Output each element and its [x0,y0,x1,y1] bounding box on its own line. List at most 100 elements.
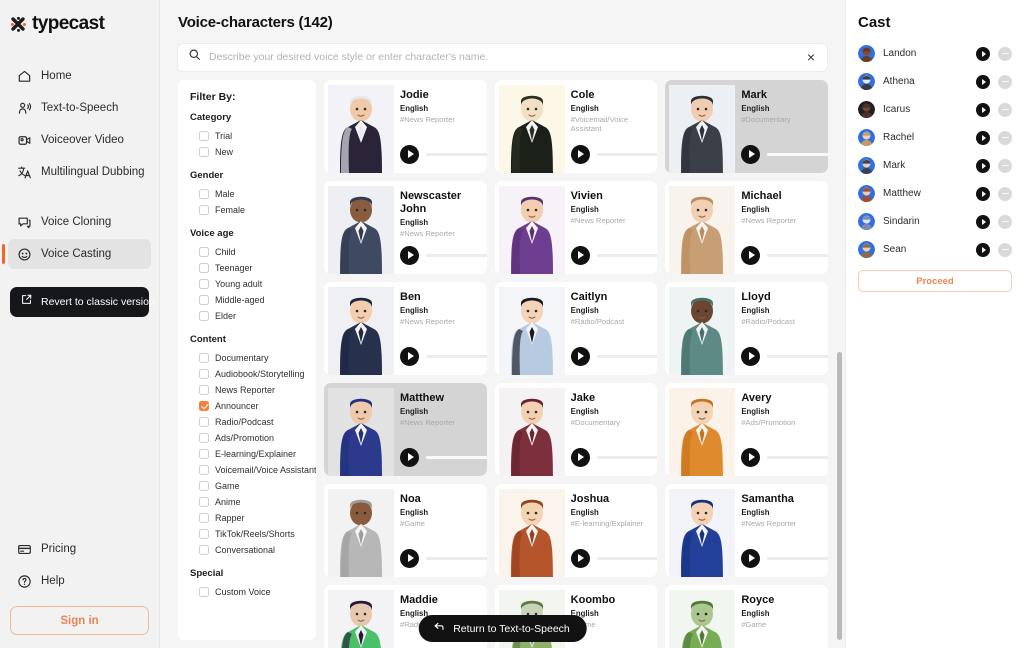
audio-progress-bar[interactable] [767,556,828,560]
play-icon[interactable] [400,245,419,265]
filter-checkbox[interactable] [199,262,209,273]
play-icon[interactable] [741,447,761,467]
play-icon[interactable] [570,346,590,366]
filter-option[interactable]: Male [190,186,306,202]
play-icon[interactable] [976,214,990,229]
play-icon[interactable] [976,130,990,145]
sidebar-item-home[interactable]: Home [8,61,151,91]
filter-checkbox[interactable] [199,130,209,141]
audio-progress-bar[interactable] [426,152,487,156]
play-icon[interactable] [570,548,590,568]
voice-character-card[interactable]: Royce English #Game [665,584,828,648]
audio-progress-bar[interactable] [767,455,828,459]
voice-characters-scroll-area[interactable]: Jodie English #News Reporter Cole English #Vo… [316,79,845,648]
sidebar-item-text-to-speech[interactable]: Text-to-Speech [8,93,151,123]
sidebar-item-voice-cloning[interactable]: Voice Cloning [8,207,151,237]
audio-progress-bar[interactable] [596,354,658,358]
filter-checkbox[interactable] [199,294,209,305]
play-icon[interactable] [976,242,990,257]
audio-progress-bar[interactable] [767,354,828,358]
filter-option[interactable]: Trial [190,128,306,144]
voice-character-card[interactable]: Mark English #Documentary [665,79,828,173]
play-icon[interactable] [741,245,761,265]
filter-option[interactable]: Rapper [190,510,306,526]
audio-progress-bar[interactable] [596,253,658,257]
filter-option[interactable]: Audiobook/Storytelling [190,366,306,382]
audio-progress-bar[interactable] [596,152,658,156]
sidebar-item-help[interactable]: Help [8,566,151,596]
play-icon[interactable] [570,245,590,265]
cast-list-item[interactable]: Sindarin [858,209,1012,234]
filter-option[interactable]: Game [190,478,306,494]
filter-option[interactable]: Middle-aged [190,292,306,308]
filter-checkbox[interactable] [199,480,209,491]
voice-character-card[interactable]: Vivien English #News Reporter [494,180,658,274]
play-icon[interactable] [976,102,990,117]
voice-character-card[interactable]: Avery English #Ads/Promotion [665,382,828,476]
filter-checkbox[interactable] [199,352,209,363]
filter-checkbox[interactable] [199,496,209,507]
play-icon[interactable] [741,548,761,568]
filter-option[interactable]: Voicemail/Voice Assistant [190,462,316,478]
play-icon[interactable] [400,346,419,366]
play-icon[interactable] [400,144,419,164]
audio-progress-bar[interactable] [426,556,487,560]
audio-progress-bar[interactable] [767,152,828,156]
cast-list-item[interactable]: Landon [858,41,1012,66]
cast-list-item[interactable]: Matthew [858,181,1012,206]
filter-checkbox[interactable] [199,146,209,157]
voice-character-card[interactable]: Joshua English #E-learning/Explainer [494,483,658,577]
filter-option[interactable]: Ads/Promotion [190,430,306,446]
filter-option[interactable]: Child [190,244,306,260]
cast-list-item[interactable]: Mark [858,153,1012,178]
filter-option[interactable]: Elder [190,308,306,324]
voice-character-card[interactable]: Samantha English #News Reporter [665,483,828,577]
voice-character-card[interactable]: Matthew English #News Reporter [324,382,487,476]
play-icon[interactable] [570,144,590,164]
play-icon[interactable] [741,144,761,164]
sidebar-item-pricing[interactable]: Pricing [8,534,151,564]
filter-option[interactable]: News Reporter [190,382,306,398]
sidebar-item-multilingual-dubbing[interactable]: Multilingual Dubbing [8,157,151,187]
filter-checkbox[interactable] [199,432,209,443]
audio-progress-bar[interactable] [426,354,487,358]
filter-checkbox[interactable] [199,278,209,289]
play-icon[interactable] [570,447,590,467]
filter-option[interactable]: TikTok/Reels/Shorts [190,526,306,542]
filter-checkbox[interactable] [199,384,209,395]
sidebar-item-voice-casting[interactable]: Voice Casting [2,239,151,269]
filter-option[interactable]: Radio/Podcast [190,414,306,430]
filter-option[interactable]: E-learning/Explainer [190,446,306,462]
filter-option[interactable]: Female [190,202,306,218]
close-icon[interactable]: × [805,50,817,64]
remove-circle-icon[interactable] [998,102,1012,117]
play-icon[interactable] [400,548,419,568]
filter-checkbox[interactable] [199,246,209,257]
remove-circle-icon[interactable] [998,186,1012,201]
voice-character-card[interactable]: Jodie English #News Reporter [324,79,487,173]
filter-checkbox[interactable] [199,204,209,215]
play-icon[interactable] [976,46,990,61]
cast-list-item[interactable]: Rachel [858,125,1012,150]
filter-checkbox[interactable] [199,464,209,475]
cast-list-item[interactable]: Icarus [858,97,1012,122]
filter-checkbox[interactable] [199,400,209,411]
voice-character-card[interactable]: Cole English #Voicemail/Voice Assistant [494,79,658,173]
filter-option[interactable]: Documentary [190,350,306,366]
play-icon[interactable] [976,186,990,201]
filter-option[interactable]: Anime [190,494,306,510]
remove-circle-icon[interactable] [998,74,1012,89]
play-icon[interactable] [741,346,761,366]
audio-progress-bar[interactable] [596,556,658,560]
audio-progress-bar[interactable] [426,455,487,459]
filter-option[interactable]: New [190,144,306,160]
voice-character-card[interactable]: Newscaster John English #News Reporter [324,180,487,274]
filter-option[interactable]: Announcer [190,398,306,414]
filter-checkbox[interactable] [199,528,209,539]
filter-checkbox[interactable] [199,586,209,597]
audio-progress-bar[interactable] [596,455,658,459]
filter-option[interactable]: Custom Voice [190,584,306,600]
filter-checkbox[interactable] [199,188,209,199]
cast-list-item[interactable]: Athena [858,69,1012,94]
play-icon[interactable] [400,447,419,467]
